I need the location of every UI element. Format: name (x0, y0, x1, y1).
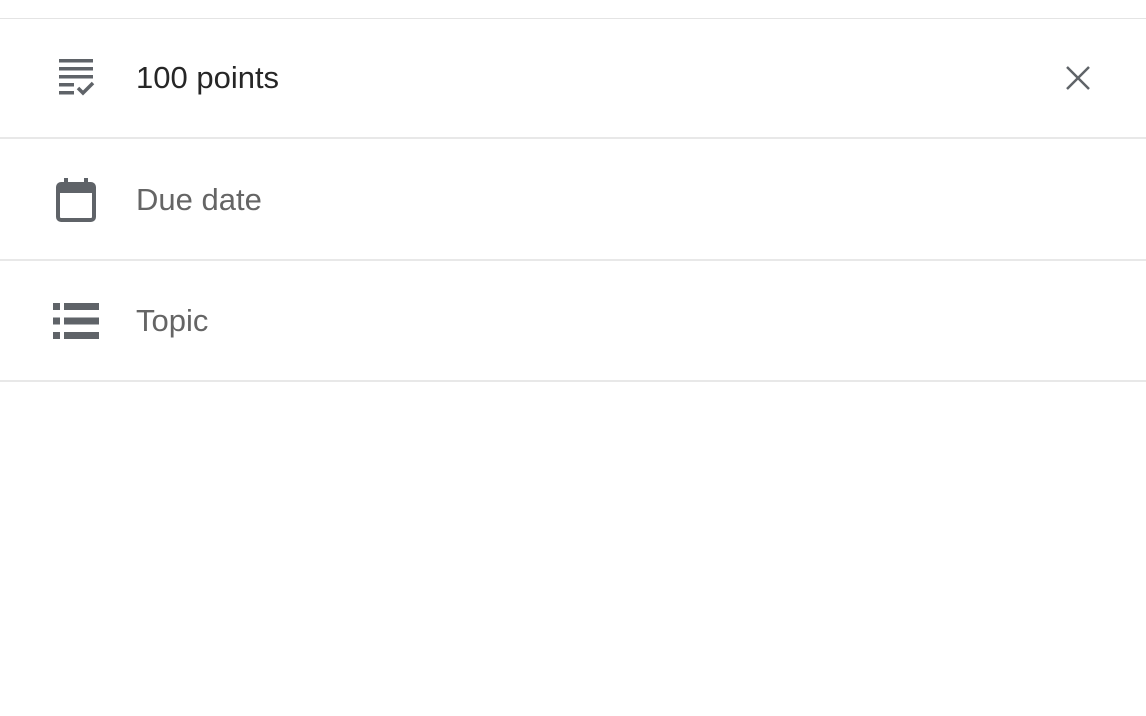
calendar-icon (52, 176, 100, 224)
topic-field[interactable]: Topic (0, 262, 1146, 382)
list-icon (52, 297, 100, 345)
topic-placeholder: Topic (136, 303, 209, 338)
due-date-placeholder: Due date (136, 181, 262, 217)
close-icon[interactable] (1054, 54, 1102, 102)
due-date-field[interactable]: Due date (0, 140, 1146, 261)
grading-icon (52, 54, 100, 102)
assignment-details-panel: 100 points Due date Topic (0, 0, 1146, 716)
points-field[interactable]: 100 points (0, 19, 1146, 139)
points-value: 100 points (136, 60, 280, 95)
